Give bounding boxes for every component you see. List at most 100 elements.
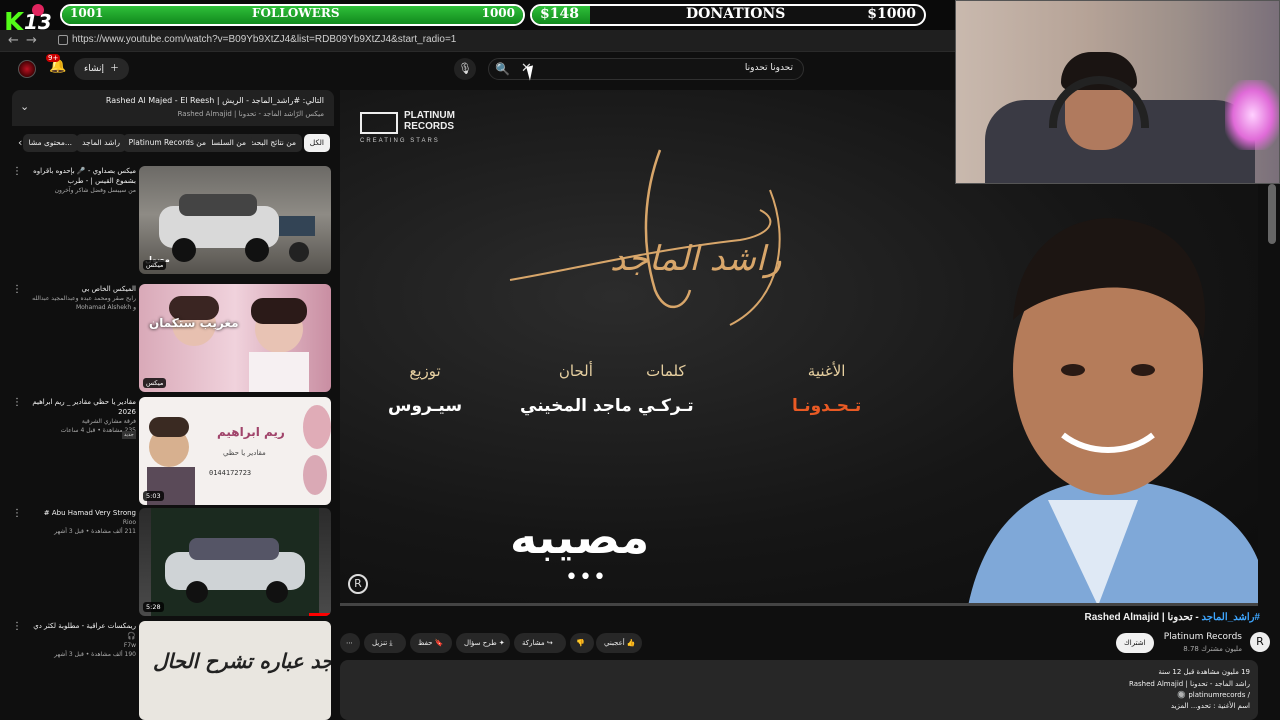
channel-name[interactable]: Platinum Records xyxy=(1164,632,1242,642)
more-options-icon[interactable]: ⋮ xyxy=(12,284,22,295)
donations-goal-bar: $148 DONATIONS $1000 xyxy=(530,4,926,26)
ask-button[interactable]: طرح سؤال ✦ xyxy=(456,633,510,653)
site-info-icon[interactable] xyxy=(58,35,68,45)
credit-value: ماجد المخيني xyxy=(520,396,632,416)
thumb-overlay-text: مغريب ستكمان xyxy=(149,316,239,330)
followers-goal: 1000 xyxy=(481,6,515,20)
chip-related[interactable]: محتوى مشا... xyxy=(22,134,78,152)
forward-icon[interactable]: → xyxy=(26,33,37,48)
desc-more[interactable]: اسم الأغنية : تحدو... المزيد xyxy=(1171,702,1250,710)
video-title: #راشد_الماجد - تحدونا | Rashed Almajid xyxy=(1084,612,1261,623)
list-item[interactable]: ⋮ Abu Hamad Very Strong # Rioo 211 ألف م… xyxy=(10,508,332,616)
video-progress-bar[interactable] xyxy=(340,603,1258,606)
dislike-button[interactable]: 👎 xyxy=(570,633,594,653)
create-label: إنشاء xyxy=(84,64,105,74)
chip-rashed-almajed[interactable]: راشد الماجد xyxy=(76,134,126,152)
subscriber-count: 8.78 مليون مشترك xyxy=(1183,645,1242,653)
browser-address-bar: ← → https://www.youtube.com/watch?v=B09Y… xyxy=(0,30,955,52)
rec-thumbnail[interactable]: 5:28 xyxy=(139,508,331,616)
credit-composer: ألحان ماجد المخيني xyxy=(520,362,632,416)
desc-link[interactable]: / platinumrecords 🔘 xyxy=(1177,691,1250,699)
account-avatar[interactable] xyxy=(18,60,36,78)
logo-name: PLATINUM RECORDS xyxy=(404,110,455,132)
share-button[interactable]: مشاركة ↪ xyxy=(514,633,566,653)
logo-tagline: CREATING STARS xyxy=(360,138,440,144)
donations-current: $148 xyxy=(540,6,579,22)
rec-title[interactable]: الميكس الخاص بي xyxy=(28,284,136,294)
stream-overlay-bar: K 13 1001 FOLLOWERS 1000 $148 DONATIONS … xyxy=(0,0,955,38)
rec-thumbnail[interactable]: مغريب ستكمان ميكس xyxy=(139,284,331,392)
rec-stats: 235 مشاهدة • قبل 4 ساعات xyxy=(60,427,136,434)
list-item[interactable]: ⋮ الميكس الخاص بي رابح صقر ومحمد عبده وع… xyxy=(10,284,332,392)
rec-thumbnail[interactable]: لا توجد عباره تشرح الحال xyxy=(139,621,331,720)
mix-badge: ميكس xyxy=(143,260,167,270)
heart-icon xyxy=(32,4,44,16)
more-actions-icon[interactable]: ⋯ xyxy=(340,633,360,653)
mix-playlist-header[interactable]: ⌄ التالي: #راشد_الماجد - الريش | Rashed … xyxy=(12,90,334,126)
more-options-icon[interactable]: ⋮ xyxy=(12,166,22,177)
search-icon[interactable]: 🔍 xyxy=(495,62,510,76)
rec-title[interactable]: ميكس بصداوي - 🎤 بإحدوه باقراوه بشموع الق… xyxy=(28,166,136,186)
more-options-icon[interactable]: ⋮ xyxy=(12,621,22,632)
view-stats: 19 مليون مشاهدة قبل 12 سنة xyxy=(1158,668,1250,676)
rec-title[interactable]: مقادير يا حظي مقادير _ ريم ابراهيم 2026 xyxy=(28,397,136,417)
desc-line: راشد الماجد - تحدونا | Rashed Almajid xyxy=(1129,680,1250,688)
page-scrollbar[interactable] xyxy=(1268,184,1276,244)
chip-all[interactable]: الكل xyxy=(303,134,330,152)
rec-thumbnail[interactable]: ريم ابراهيم مقادير يا حظي 0144172723 5:0… xyxy=(139,397,331,505)
more-options-icon[interactable]: ⋮ xyxy=(12,397,22,408)
rec-channel: F7w xyxy=(123,642,136,649)
rec-title[interactable]: Abu Hamad Very Strong # xyxy=(28,508,136,518)
url-field[interactable]: https://www.youtube.com/watch?v=B09Yb9Xt… xyxy=(72,34,456,45)
rec-thumbnail[interactable]: مصول ميكس xyxy=(139,166,331,274)
channel-watermark-icon[interactable]: R xyxy=(348,574,368,594)
thumb-handwriting: لا توجد عباره تشرح الحال xyxy=(153,649,331,673)
playlist-subtitle: ميكس الرّاشد الماجد - تحدونا | Rashed Al… xyxy=(177,110,324,118)
rec-title[interactable]: ريمكسات عراقية - مطلوبة لكثر دي 🎧 xyxy=(28,621,136,641)
list-item[interactable]: ⋮ ريمكسات عراقية - مطلوبة لكثر دي 🎧 F7w … xyxy=(10,621,332,720)
download-button[interactable]: تنزيل ⤓ xyxy=(364,633,406,653)
credit-heading: ألحان xyxy=(558,362,593,380)
plus-icon: ＋ xyxy=(110,64,120,74)
save-button[interactable]: حفظ 🔖 xyxy=(410,633,452,653)
rec-stats: 190 ألف مشاهدة • قبل 3 أشهر xyxy=(54,651,136,658)
chip-platinum-records[interactable]: Platinum Records من xyxy=(122,134,212,152)
related-filter-chips: ‹ الكل من نتائج البحث من السلسلة Platinu… xyxy=(12,134,334,152)
singer-portrait xyxy=(968,218,1258,606)
subscribe-button[interactable]: اشتراك xyxy=(1116,633,1154,653)
rec-meta: ميكس بصداوي - 🎤 بإحدوه باقراوه بشموع الق… xyxy=(28,166,136,195)
search-input[interactable]: تحدونا تحدونا xyxy=(745,63,793,73)
more-options-icon[interactable]: ⋮ xyxy=(12,508,22,519)
credit-value: سيـروس xyxy=(388,396,463,416)
rec-meta: مقادير يا حظي مقادير _ ريم ابراهيم 2026 … xyxy=(28,397,136,435)
credit-song: الأغنية تـحـدونـا xyxy=(792,362,861,416)
new-badge: جديد xyxy=(122,431,136,439)
description-box[interactable]: 19 مليون مشاهدة قبل 12 سنة راشد الماجد -… xyxy=(340,660,1258,720)
rec-meta: Abu Hamad Very Strong # Rioo 211 ألف مشا… xyxy=(28,508,136,536)
channel-avatar[interactable]: R xyxy=(1250,632,1270,652)
youtube-header: 🔔 9+ إنشاء ＋ 🎙 🔍 ✕ تحدونا تحدونا xyxy=(0,52,955,86)
webcam-frame xyxy=(955,0,1280,184)
donations-goal: $1000 xyxy=(867,6,916,22)
voice-search-icon[interactable]: 🎙 xyxy=(454,58,476,80)
thumb-overlay-sub: مقادير يا حظي xyxy=(223,449,266,457)
credit-arranger: توزيع سيـروس xyxy=(388,362,462,416)
credit-value: تـحـدونـا xyxy=(792,396,862,416)
notification-count: 9+ xyxy=(46,54,61,62)
list-item[interactable]: ⋮ مقادير يا حظي مقادير _ ريم ابراهيم 202… xyxy=(10,397,332,505)
signature-text: راشد الماجد xyxy=(610,239,782,279)
hashtag-link[interactable]: #راشد_الماجد xyxy=(1202,612,1260,623)
like-button[interactable]: أعجبني 👍 xyxy=(596,633,642,653)
chevron-left-icon[interactable]: ‹ xyxy=(18,136,22,149)
credit-heading: توزيع xyxy=(409,362,441,380)
create-button[interactable]: إنشاء ＋ xyxy=(74,58,130,80)
back-icon[interactable]: ← xyxy=(8,33,19,48)
list-item[interactable]: ⋮ ميكس بصداوي - 🎤 بإحدوه باقراوه بشموع ا… xyxy=(10,166,332,274)
thumb-overlay-title: ريم ابراهيم xyxy=(217,425,285,439)
car-illustration xyxy=(151,508,319,616)
album-title: مصيبه xyxy=(510,510,650,564)
followers-goal-bar: 1001 FOLLOWERS 1000 xyxy=(60,4,525,26)
watched-progress xyxy=(309,613,331,616)
notifications-bell-icon[interactable]: 🔔 9+ xyxy=(46,54,68,78)
chevron-down-icon[interactable]: ⌄ xyxy=(20,100,29,113)
